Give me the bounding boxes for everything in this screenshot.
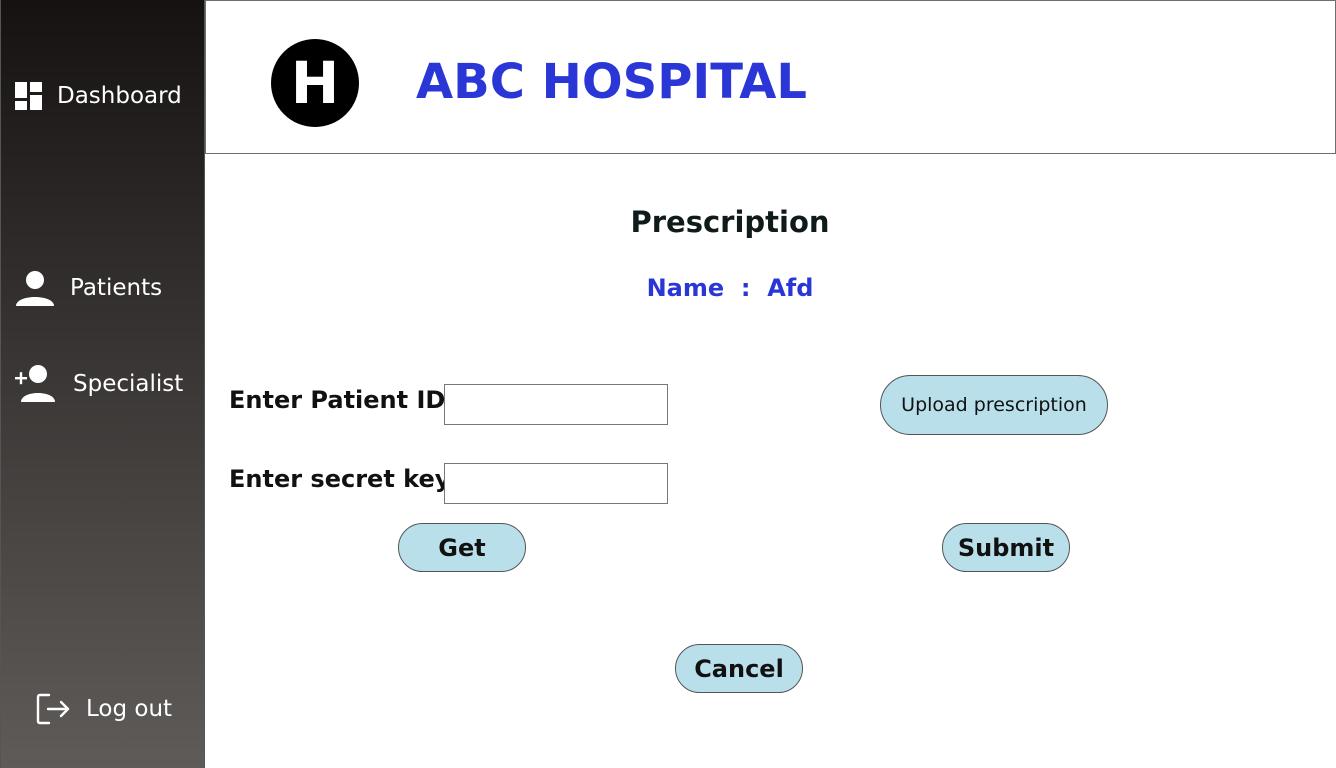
get-button[interactable]: Get <box>398 523 526 572</box>
sidebar-item-label: Patients <box>70 275 163 301</box>
logout-label: Log out <box>86 696 173 722</box>
add-person-icon <box>15 364 55 404</box>
secret-key-input[interactable] <box>444 463 668 504</box>
header: H ABC HOSPITAL <box>205 0 1336 154</box>
sidebar-item-label: Dashboard <box>57 83 182 109</box>
sidebar-item-patients[interactable]: Patients <box>15 268 162 308</box>
sidebar: Dashboard Patients Specialist Log out <box>0 0 205 768</box>
patient-id-input[interactable] <box>444 384 668 425</box>
dashboard-icon <box>15 82 43 110</box>
secret-key-label: Enter secret key <box>229 465 451 493</box>
logout-button[interactable]: Log out <box>36 692 172 726</box>
sidebar-item-label: Specialist <box>73 371 184 397</box>
upload-prescription-button[interactable]: Upload prescription <box>880 375 1108 435</box>
patient-name-row: Name : Afd <box>575 274 885 302</box>
sidebar-item-specialist[interactable]: Specialist <box>15 364 183 404</box>
submit-button[interactable]: Submit <box>942 523 1070 572</box>
page-title: Prescription <box>630 205 830 239</box>
cancel-button[interactable]: Cancel <box>675 644 803 693</box>
hospital-name: ABC HOSPITAL <box>416 54 808 110</box>
sidebar-item-dashboard[interactable]: Dashboard <box>15 82 182 110</box>
hospital-logo: H <box>271 39 359 127</box>
patient-name-label: Name <box>646 274 725 302</box>
patient-name-separator: : <box>740 274 751 302</box>
person-icon <box>15 268 55 308</box>
patient-id-label: Enter Patient ID <box>229 386 446 414</box>
logout-icon <box>36 692 70 726</box>
patient-name-value: Afd <box>767 274 814 302</box>
